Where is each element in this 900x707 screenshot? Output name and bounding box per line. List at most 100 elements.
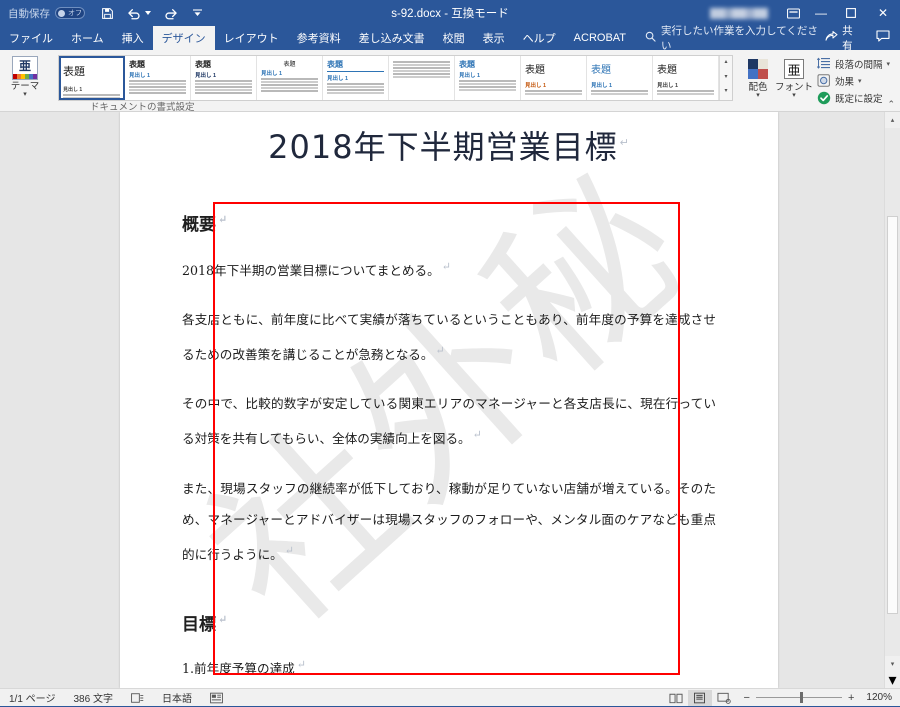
style-set-item-7[interactable]: 表題 見出し 1 [455,56,521,100]
fonts-button[interactable]: 亜 フォント ▾ [775,54,813,99]
style-set-title: 表題 [283,62,296,68]
document-workspace: 社外秘 2018年下半期営業目標 ↵ 概要 ↵ 2018年下半期の営業目標についてま… [0,112,900,688]
tab-strip-right: 共有 [825,23,900,53]
split-window-handle[interactable]: ▾ [885,672,900,688]
goal-text: 1.前年度予算の達成 [182,660,295,676]
tab-layout[interactable]: レイアウト [215,26,288,50]
chevron-down-icon[interactable]: ▾ [858,77,862,85]
style-set-item-4[interactable]: 表題 見出し 1 [257,56,323,100]
style-set-item-2[interactable]: 表題 見出し 1 [125,56,191,100]
account-name-blurred[interactable] [710,7,768,19]
undo-icon[interactable] [126,5,142,21]
goal-item-1: 1.前年度予算の達成 ↵ [182,649,716,684]
collapse-ribbon-button[interactable]: ⌃ [887,99,895,110]
close-button[interactable]: ✕ [866,0,900,26]
style-set-preview-lines [327,83,384,94]
style-set-item-10[interactable]: 表題 見出し 1 [653,56,719,100]
paragraph-spacing-button[interactable]: 段落の間隔 ▾ [816,56,890,71]
style-set-title: 表題 [657,65,677,76]
set-default-check-icon [816,90,831,105]
document-canvas[interactable]: 社外秘 2018年下半期営業目標 ↵ 概要 ↵ 2018年下半期の営業目標についてま… [0,112,884,688]
autosave-toggle[interactable]: 自動保存 オフ [8,6,85,21]
tab-design[interactable]: デザイン [152,26,215,50]
undo-dropdown-caret-icon[interactable] [145,5,151,21]
page-title: 2018年下半期営業目標 ↵ [182,122,716,168]
ribbon-tabs: ファイル ホーム 挿入 デザイン レイアウト 参考資料 差し込み文書 校閲 表示… [0,26,635,50]
zoom-thumb[interactable] [799,692,803,703]
proofing-errors-icon[interactable] [122,689,153,707]
style-set-preview-lines [525,90,582,95]
tab-mailings[interactable]: 差し込み文書 [350,26,434,50]
tab-file[interactable]: ファイル [0,26,62,50]
pilcrow-icon: ↵ [472,428,482,442]
tab-references[interactable]: 参考資料 [288,26,350,50]
chevron-down-icon[interactable]: ▾ [23,91,27,98]
language-status[interactable]: 日本語 [153,689,201,707]
set-as-default-button[interactable]: 既定に設定 [816,90,890,105]
chevron-down-icon[interactable]: ▾ [756,92,760,99]
colors-button[interactable]: 配色 ▾ [741,54,775,99]
style-set-sub: 見出し 1 [261,71,283,77]
document-page[interactable]: 社外秘 2018年下半期営業目標 ↵ 概要 ↵ 2018年下半期の営業目標についてま… [120,112,778,688]
style-set-item-8[interactable]: 表題 見出し 1 [521,56,587,100]
style-set-item-9[interactable]: 表題 見出し 1 [587,56,653,100]
gallery-scroll-down-icon[interactable]: ▾ [720,72,732,85]
pilcrow-icon: ↵ [296,657,306,671]
search-icon [645,31,656,45]
scroll-up-button[interactable]: ▴ [885,112,900,128]
paragraph-overview-2: 各支店ともに、前年度に比べて実績が落ちているということもあり、前年度の予算を達成… [182,304,716,370]
web-layout-view-button[interactable] [712,690,736,706]
autosave-label: 自動保存 [8,7,50,20]
set-default-label: 既定に設定 [835,93,883,105]
gallery-scroll-up-icon[interactable]: ▴ [720,57,732,70]
effects-button[interactable]: 効果 ▾ [816,73,890,88]
scroll-track[interactable] [885,128,900,656]
style-set-item-3[interactable]: 表題 見出し 1 [191,56,257,100]
pilcrow-icon: ↵ [218,613,228,627]
themes-button[interactable]: 亜 テーマ ▾ [4,53,46,98]
style-set-title: 表題 [525,65,545,76]
style-gallery-scroll[interactable]: ▴ ▾ ▾ [719,56,732,100]
comments-icon[interactable] [876,29,890,47]
print-layout-view-button[interactable] [687,689,712,706]
effects-icon [816,73,831,88]
word-count-status[interactable]: 386 文字 [64,689,121,707]
zoom-out-button[interactable]: − [744,692,750,704]
zoom-slider[interactable]: − + [744,692,855,704]
read-mode-view-button[interactable] [664,690,688,706]
ribbon-group-themes: 亜 テーマ ▾ [0,50,50,112]
page-number-status[interactable]: 1/1 ページ [0,689,64,707]
tab-home[interactable]: ホーム [62,26,113,50]
save-icon[interactable] [99,5,115,21]
tab-review[interactable]: 校閲 [434,26,474,50]
tab-help[interactable]: ヘルプ [514,26,565,50]
style-set-sub: 見出し 1 [327,76,349,82]
style-set-item-1[interactable]: 表題 見出し 1 [59,56,125,100]
zoom-track[interactable] [755,692,842,703]
style-set-sub: 見出し 1 [195,73,217,79]
chevron-down-icon[interactable]: ▾ [887,60,891,68]
redo-icon[interactable] [162,5,178,21]
zoom-level-label[interactable]: 120% [866,692,892,703]
style-set-item-5[interactable]: 表題 見出し 1 [323,56,389,100]
paragraph-text: その中で、比較的数字が安定している関東エリアのマネージャーと各支店長に、現在行っ… [182,396,716,447]
accessibility-checker-icon[interactable] [201,689,232,707]
ribbon-display-options-icon[interactable] [780,7,806,19]
tab-acrobat[interactable]: ACROBAT [565,26,635,50]
share-button[interactable]: 共有 [825,23,862,53]
tab-view[interactable]: 表示 [474,26,514,50]
customize-quick-access-icon[interactable] [189,5,205,21]
vertical-scrollbar[interactable]: ▴ ▾ ▾ [884,112,900,688]
style-set-gallery[interactable]: 表題 見出し 1 表題 見出し 1 表題 見出し 1 表題 見出し 1 表題 見… [58,55,733,101]
zoom-in-button[interactable]: + [848,692,854,704]
section-heading-text: 概要 [182,215,216,235]
autosave-knob [58,9,65,17]
scroll-thumb[interactable] [887,216,898,614]
gallery-more-icon[interactable]: ▾ [720,86,732,99]
style-set-item-6[interactable] [389,56,455,100]
tell-me-search[interactable]: 実行したい作業を入力してください [645,25,825,52]
ribbon-group-document-formatting: 表題 見出し 1 表題 見出し 1 表題 見出し 1 表題 見出し 1 表題 見… [54,50,737,113]
autosave-switch[interactable]: オフ [55,7,85,19]
tab-insert[interactable]: 挿入 [113,26,153,50]
chevron-down-icon[interactable]: ▾ [792,92,796,99]
